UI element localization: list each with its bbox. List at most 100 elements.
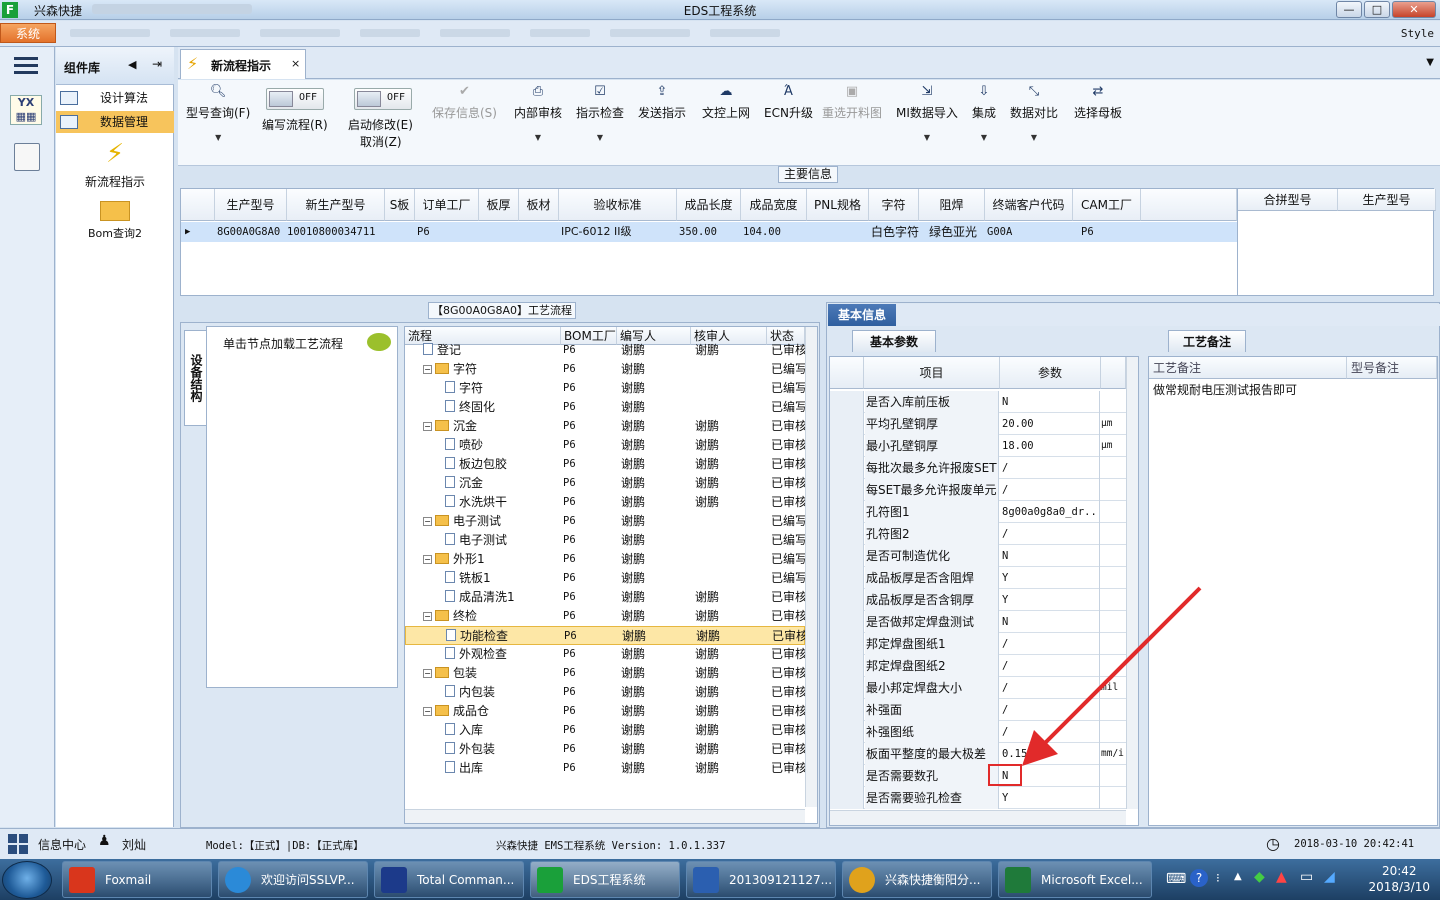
- tree-row[interactable]: − 成品仓 P6 谢鹏 谢鹏 已审核: [405, 702, 805, 721]
- column-header[interactable]: 订单工厂: [415, 189, 479, 221]
- taskbar-clock[interactable]: 20:42 2018/3/10: [1368, 863, 1430, 895]
- tree-row[interactable]: 板边包胶 P6 谢鹏 谢鹏 已审核: [405, 455, 805, 474]
- taskbar-item-sslvpn[interactable]: 欢迎访问SSLVP...: [218, 861, 368, 898]
- column-header[interactable]: 验收标准: [559, 189, 677, 221]
- param-value[interactable]: /: [1000, 479, 1100, 501]
- display-icon[interactable]: ▭: [1300, 869, 1313, 885]
- memo-text[interactable]: 做常规耐电压测试报告即可: [1153, 381, 1297, 398]
- tree-vertical-scrollbar[interactable]: [805, 327, 817, 807]
- param-row[interactable]: 是否需要验孔检查 Y: [830, 787, 1126, 809]
- param-row[interactable]: 孔符图1 8g00a0g8a0_dr...: [830, 501, 1126, 523]
- param-row[interactable]: 是否可制造优化 N: [830, 545, 1126, 567]
- hamburger-menu-icon[interactable]: [14, 57, 38, 60]
- tree-row[interactable]: 入库 P6 谢鹏 谢鹏 已审核: [405, 721, 805, 740]
- tree-row[interactable]: 出库 P6 谢鹏 谢鹏 已审核: [405, 759, 805, 778]
- collapse-icon[interactable]: −: [423, 555, 432, 564]
- collapse-icon[interactable]: −: [423, 422, 432, 431]
- taskbar-item-foxmail[interactable]: Foxmail: [62, 861, 212, 898]
- column-header[interactable]: 板材: [519, 189, 559, 221]
- ecn-upgrade-button[interactable]: Ά ECN升级: [764, 84, 813, 121]
- tree-row[interactable]: − 外形1 P6 谢鹏 已编写: [405, 550, 805, 569]
- taskbar-item-eds[interactable]: EDS工程系统: [530, 861, 680, 898]
- write-flow-toggle[interactable]: OFF: [266, 88, 324, 110]
- tree-row[interactable]: 内包装 P6 谢鹏 谢鹏 已审核: [405, 683, 805, 702]
- tree-row[interactable]: − 字符 P6 谢鹏 已编写: [405, 360, 805, 379]
- network-icon[interactable]: ◆: [1254, 869, 1265, 885]
- tree-row[interactable]: 外包装 P6 谢鹏 谢鹏 已审核: [405, 740, 805, 759]
- tree-row[interactable]: 电子测试 P6 谢鹏 已编写: [405, 531, 805, 550]
- collapse-icon[interactable]: −: [423, 365, 432, 374]
- table-row[interactable]: ▶ 8G00A0G8A0 10010800034711 P6 IPC-6012 …: [181, 222, 1237, 242]
- column-header[interactable]: PNL规格: [807, 189, 869, 221]
- mi-import-button[interactable]: ⇲ MI数据导入 ▼: [896, 84, 958, 142]
- tab-process-memo[interactable]: 工艺备注: [1168, 330, 1246, 352]
- param-value[interactable]: 20.00: [1000, 413, 1100, 435]
- tree-row[interactable]: 登记 P6 谢鹏 谢鹏 已审核: [405, 341, 805, 360]
- collapse-icon[interactable]: −: [423, 612, 432, 621]
- tab-basic-params[interactable]: 基本参数: [852, 330, 936, 352]
- close-button[interactable]: ✕: [1392, 1, 1436, 18]
- collapse-icon[interactable]: −: [423, 517, 432, 526]
- tree-row[interactable]: 终固化 P6 谢鹏 已编写: [405, 398, 805, 417]
- column-header[interactable]: S板: [385, 189, 415, 221]
- tree-row[interactable]: 功能检查 P6 谢鹏 谢鹏 已审核: [405, 626, 806, 645]
- sidebar-item-design-algorithm[interactable]: 设计算法: [56, 87, 174, 109]
- tree-row[interactable]: − 电子测试 P6 谢鹏 已编写: [405, 512, 805, 531]
- tree-row[interactable]: 喷砂 P6 谢鹏 谢鹏 已审核: [405, 436, 805, 455]
- tree-row[interactable]: 外观检查 P6 谢鹏 谢鹏 已审核: [405, 645, 805, 664]
- tree-row[interactable]: − 沉金 P6 谢鹏 谢鹏 已审核: [405, 417, 805, 436]
- send-button[interactable]: ⇪ 发送指示: [638, 84, 686, 121]
- param-value[interactable]: N: [1000, 391, 1100, 413]
- minimize-button[interactable]: —: [1336, 1, 1362, 18]
- tab-equipment-structure[interactable]: 设备结构: [184, 330, 206, 426]
- tab-close-icon[interactable]: ×: [291, 57, 300, 70]
- start-button[interactable]: [2, 861, 52, 899]
- new-process-item[interactable]: ⚡ 新流程指示: [56, 139, 174, 190]
- collapse-icon[interactable]: −: [423, 707, 432, 716]
- param-row[interactable]: 平均孔壁铜厚 20.00 μm: [830, 413, 1126, 435]
- check-button[interactable]: ☑ 指示检查 ▼: [576, 84, 624, 142]
- column-header[interactable]: 字符: [869, 189, 919, 221]
- pin-icon[interactable]: ⇥: [152, 57, 162, 71]
- column-header[interactable]: 生产型号: [215, 189, 287, 221]
- tray-expand-icon[interactable]: ▲: [1234, 871, 1242, 882]
- collapse-icon[interactable]: −: [423, 669, 432, 678]
- vpn-icon[interactable]: ▲: [1276, 869, 1287, 885]
- tree-row[interactable]: 铣板1 P6 谢鹏 已编写: [405, 569, 805, 588]
- compare-button[interactable]: ⤡ 数据对比 ▼: [1010, 84, 1058, 142]
- column-header[interactable]: 成品宽度: [741, 189, 807, 221]
- bom-query-item[interactable]: Bom查询2: [56, 197, 174, 241]
- integrate-button[interactable]: ⇩ 集成 ▼: [972, 84, 996, 142]
- tree-row[interactable]: 沉金 P6 谢鹏 谢鹏 已审核: [405, 474, 805, 493]
- sidebar-item-data-management[interactable]: 数据管理: [56, 111, 174, 133]
- calculator-icon[interactable]: [14, 143, 40, 171]
- reselect-button[interactable]: ▣ 重选开料图: [822, 84, 882, 121]
- param-value[interactable]: N: [1000, 545, 1100, 567]
- column-header[interactable]: 板厚: [479, 189, 519, 221]
- tree-row[interactable]: − 包装 P6 谢鹏 谢鹏 已审核: [405, 664, 805, 683]
- column-header[interactable]: 新生产型号: [287, 189, 385, 221]
- style-menu[interactable]: Style: [1401, 27, 1434, 40]
- column-header[interactable]: 合拼型号: [1238, 189, 1338, 211]
- column-header[interactable]: 工艺备注: [1149, 357, 1347, 379]
- info-center-link[interactable]: 信息中心: [38, 836, 86, 853]
- taskbar-item-excel[interactable]: Microsoft Excel...: [998, 861, 1152, 898]
- param-value[interactable]: Y: [1000, 787, 1100, 809]
- taskbar-item-word[interactable]: 201309121127...: [686, 861, 836, 898]
- tree-row[interactable]: 成品清洗1 P6 谢鹏 谢鹏 已审核: [405, 588, 805, 607]
- param-value[interactable]: 8g00a0g8a0_dr...: [1000, 501, 1100, 523]
- windows-grid-icon[interactable]: [8, 834, 28, 854]
- tab-new-process[interactable]: ⚡ 新流程指示 ×: [180, 49, 306, 79]
- param-value[interactable]: /: [1000, 457, 1100, 479]
- yx-module-icon[interactable]: YX ▦▦: [10, 95, 42, 125]
- column-header[interactable]: 成品长度: [677, 189, 741, 221]
- tree-row[interactable]: 字符 P6 谢鹏 已编写: [405, 379, 805, 398]
- column-header[interactable]: 型号备注: [1347, 357, 1437, 379]
- column-header[interactable]: 阻焊: [919, 189, 985, 221]
- column-header[interactable]: 生产型号: [1338, 189, 1436, 211]
- maximize-button[interactable]: □: [1364, 1, 1390, 18]
- param-row[interactable]: 最小孔壁铜厚 18.00 μm: [830, 435, 1126, 457]
- internal-review-button[interactable]: ⎙ 内部审核 ▼: [514, 84, 562, 142]
- system-menu[interactable]: 系统: [0, 23, 56, 43]
- param-value[interactable]: 18.00: [1000, 435, 1100, 457]
